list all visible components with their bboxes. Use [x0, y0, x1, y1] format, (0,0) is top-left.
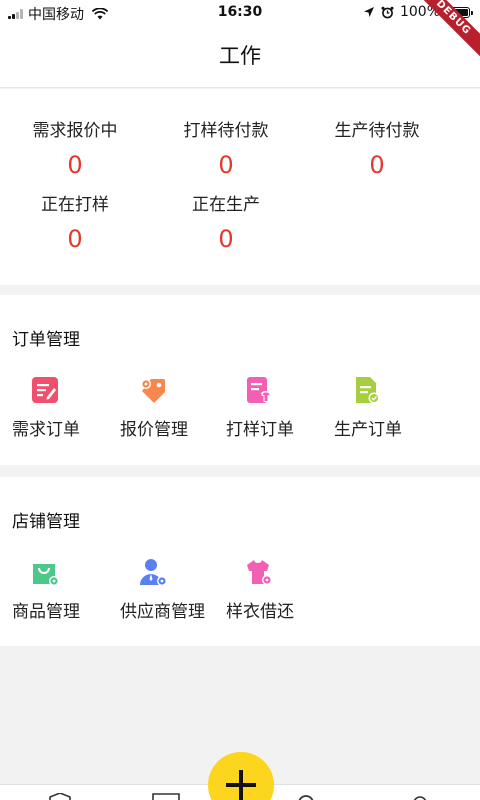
stat-value: 0: [67, 151, 83, 179]
item-label: 报价管理: [120, 420, 188, 440]
home-tab-icon[interactable]: [48, 793, 72, 800]
item-label: 商品管理: [12, 602, 80, 622]
store-item-suppliers[interactable]: 供应商管理: [120, 557, 230, 622]
stat-value: 0: [218, 151, 234, 179]
price-tag-icon: [141, 379, 165, 403]
stat-production-unpaid[interactable]: 生产待付款 0: [302, 119, 452, 179]
stat-sample-unpaid[interactable]: 打样待付款 0: [151, 119, 301, 179]
stat-label: 正在打样: [41, 195, 109, 215]
add-fab-button[interactable]: [208, 752, 274, 800]
stat-label: 需求报价中: [32, 121, 118, 141]
order-item-quote[interactable]: 报价管理: [120, 375, 230, 440]
supplier-icon: [140, 559, 167, 586]
section-title: 店铺管理: [12, 512, 80, 532]
stat-value: 0: [369, 151, 385, 179]
search-tab-icon[interactable]: [296, 793, 316, 800]
store-item-sample-lending[interactable]: 样衣借还: [226, 557, 336, 622]
order-item-production[interactable]: 生产订单: [334, 375, 444, 440]
alarm-icon: [381, 6, 394, 18]
store-item-products[interactable]: 商品管理: [12, 557, 122, 622]
stat-sampling[interactable]: 正在打样 0: [0, 193, 150, 253]
item-label: 供应商管理: [120, 602, 205, 622]
sample-shirt-icon: [247, 560, 272, 585]
item-label: 生产订单: [334, 420, 402, 440]
stat-quoting[interactable]: 需求报价中 0: [0, 119, 150, 179]
stat-value: 0: [67, 225, 83, 253]
order-stats-card: 需求报价中 0 打样待付款 0 生产待付款 0 正在打样 0 正在生产 0: [0, 89, 480, 285]
nav-bar: 工作: [0, 26, 480, 88]
stat-label: 正在生产: [192, 195, 260, 215]
page-title: 工作: [219, 44, 261, 68]
section-title: 订单管理: [12, 330, 80, 350]
message-tab-icon[interactable]: [152, 793, 180, 800]
stat-label: 生产待付款: [334, 121, 420, 141]
production-order-icon: [356, 377, 380, 404]
order-item-demand[interactable]: 需求订单: [12, 375, 122, 440]
stat-label: 打样待付款: [183, 121, 269, 141]
plus-icon: [226, 770, 256, 800]
stat-value: 0: [218, 225, 234, 253]
sample-order-icon: [247, 377, 271, 403]
item-label: 需求订单: [12, 420, 80, 440]
profile-tab-icon[interactable]: [410, 793, 430, 800]
location-arrow-icon: [363, 7, 374, 17]
store-management-section: 店铺管理 商品管理 供应商管理 样衣借还: [0, 477, 480, 646]
status-bar: 中国移动 16:30 100%: [0, 0, 480, 26]
stat-producing[interactable]: 正在生产 0: [151, 193, 301, 253]
item-label: 打样订单: [226, 420, 294, 440]
order-item-sample[interactable]: 打样订单: [226, 375, 336, 440]
order-management-section: 订单管理 需求订单 报价管理 打样订单 生产订单: [0, 295, 480, 465]
item-label: 样衣借还: [226, 602, 294, 622]
edit-note-icon: [32, 377, 58, 403]
product-bag-icon: [33, 564, 59, 586]
